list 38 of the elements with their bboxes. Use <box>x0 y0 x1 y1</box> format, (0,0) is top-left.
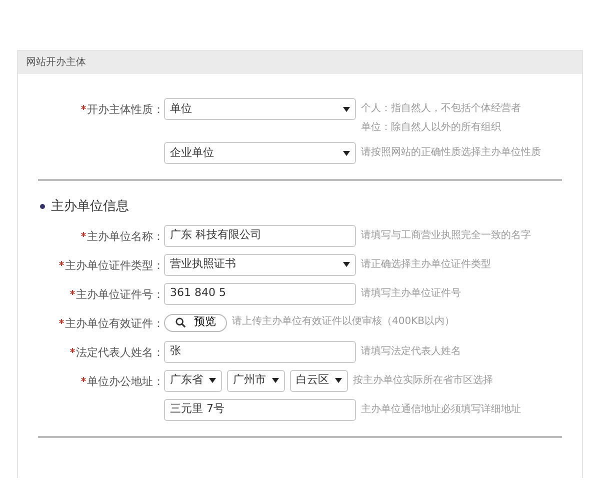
field-label: 主办单位有效证件： <box>18 312 164 332</box>
hint-text: 请正确选择主办单位证件类型 <box>361 258 491 270</box>
hint-text: 主办单位通信地址必须填写详细地址 <box>361 404 521 416</box>
caret-icon <box>272 378 279 383</box>
caret-icon <box>335 378 342 383</box>
dropdown[interactable]: 企业单位 <box>164 142 356 164</box>
bullet-icon <box>40 204 45 210</box>
field-label: 开办主体性质： <box>18 98 164 118</box>
dropdown[interactable]: 营业执照证书 <box>164 254 356 276</box>
hint-text: 请填写法定代表人姓名 <box>361 346 461 358</box>
hint-text: 按主办单位实际所在省市区选择 <box>353 374 493 386</box>
panel-title: 网站开办主体 <box>18 51 582 74</box>
field-label: 主办单位证件类型： <box>18 254 164 274</box>
input-field[interactable]: 361 840 5 <box>164 282 356 304</box>
field-label: 单位办公地址： <box>18 370 164 390</box>
dropdown[interactable]: 广东省 <box>164 370 222 392</box>
field-label: 法定代表人姓名： <box>18 340 164 361</box>
hint-text: 个人：指自然人，不包括个体经营者 <box>361 103 521 115</box>
dropdown[interactable]: 白云区 <box>290 370 348 392</box>
dropdown[interactable]: 单位 <box>164 98 356 120</box>
caret-icon <box>343 106 350 112</box>
caret-icon <box>343 262 350 267</box>
search-icon <box>175 317 186 328</box>
section-title: 主办单位信息 <box>51 198 129 216</box>
preview-button[interactable]: 预览 <box>164 314 227 332</box>
caret-icon <box>209 378 216 383</box>
hint-text: 单位：除自然人以外的所有组织 <box>361 122 502 134</box>
hint-text: 请按照网站的正确性质选择主办单位性质 <box>361 147 541 159</box>
caret-icon <box>343 150 350 156</box>
hint-text: 请上传主办单位有效证件以便审核（400KB以内） <box>232 316 455 328</box>
hint-text: 请填写与工商营业执照完全一致的名字 <box>361 230 531 242</box>
input-field[interactable]: 广东 科技有限公司 <box>164 224 356 246</box>
field-label: 主办单位证件号： <box>18 282 164 303</box>
hint-text: 请填写主办单位证件号 <box>361 288 461 300</box>
field-label: 主办单位名称： <box>18 224 164 245</box>
dropdown[interactable]: 广州市 <box>227 370 285 392</box>
input-field[interactable]: 三元里 7号 <box>164 398 356 420</box>
input-field[interactable]: 张 <box>164 340 356 362</box>
